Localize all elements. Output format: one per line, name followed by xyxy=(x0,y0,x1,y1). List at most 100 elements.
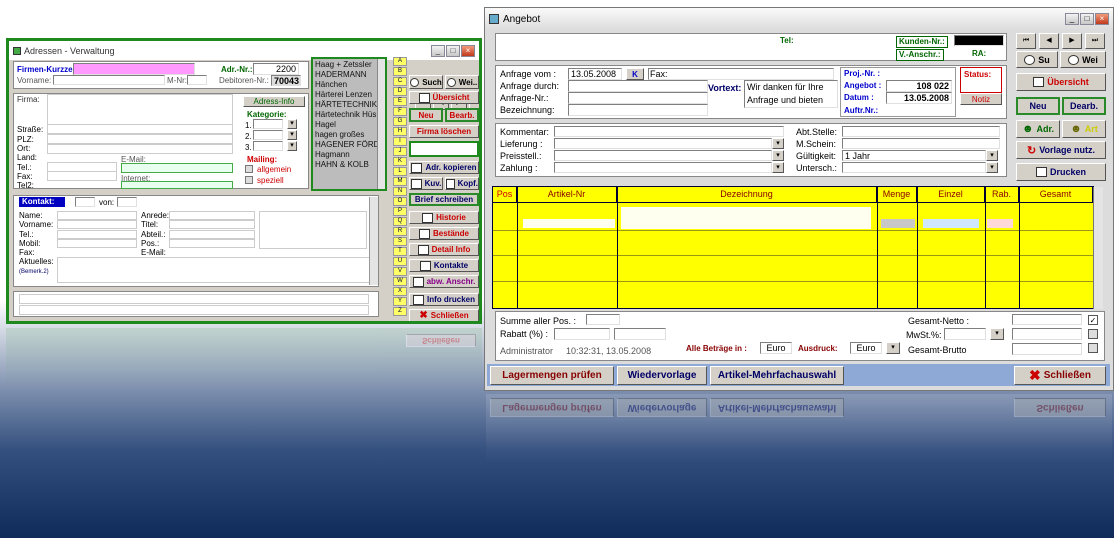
alphabet-letter-b[interactable]: B xyxy=(393,67,407,76)
allgemein-checkbox[interactable] xyxy=(245,165,253,173)
drucken-button[interactable]: Drucken xyxy=(1016,163,1106,181)
alphabet-letter-l[interactable]: L xyxy=(393,167,407,176)
untersch-dropdown[interactable]: ▾ xyxy=(986,162,998,173)
alphabet-letter-m[interactable]: M xyxy=(393,177,407,186)
zahlung-dropdown[interactable]: ▾ xyxy=(772,162,784,173)
gueltigkeit-dropdown[interactable]: ▾ xyxy=(986,150,998,161)
alphabet-letter-q[interactable]: Q xyxy=(393,217,407,226)
rabatt-input[interactable] xyxy=(554,328,610,340)
adr-note-field[interactable] xyxy=(409,141,479,157)
company-list-item[interactable]: HAHN & KOLB xyxy=(315,160,379,170)
wei-button[interactable]: Wei.. xyxy=(445,75,479,89)
gueltigkeit-input[interactable]: 1 Jahr xyxy=(842,150,986,161)
ang-neu-button[interactable]: Neu xyxy=(1016,97,1060,115)
abteil-input[interactable] xyxy=(169,230,255,239)
fax-input[interactable] xyxy=(648,68,834,80)
preisstell-dropdown[interactable]: ▾ xyxy=(772,150,784,161)
alphabet-letter-x[interactable]: X xyxy=(393,287,407,296)
lagermengen-button[interactable]: Lagermengen prüfen xyxy=(490,366,614,385)
gesamt-netto-input[interactable] xyxy=(1012,314,1082,325)
adr-bottom-field-1[interactable] xyxy=(19,294,369,304)
grid-scrollbar[interactable] xyxy=(1093,187,1103,309)
maximize-icon[interactable]: □ xyxy=(446,44,460,57)
preisstell-input[interactable] xyxy=(554,150,772,161)
alphabet-letter-t[interactable]: T xyxy=(393,247,407,256)
alphabet-letter-p[interactable]: P xyxy=(393,207,407,216)
alphabet-letter-c[interactable]: C xyxy=(393,77,407,86)
adr-schliessen-button[interactable]: ✖ Schließen xyxy=(409,309,479,321)
kunden-nr-field[interactable] xyxy=(954,35,1004,46)
ang-adr-button[interactable]: ☻ Adr. xyxy=(1016,120,1060,138)
grid-col-header-3[interactable]: Menge xyxy=(877,187,917,202)
adr-kopieren-button[interactable]: Adr. kopieren xyxy=(409,161,479,174)
such-button[interactable]: Such xyxy=(409,75,443,89)
name-input[interactable] xyxy=(57,211,137,220)
notiz-button[interactable]: Notiz xyxy=(960,93,1002,105)
abt-stelle-input[interactable] xyxy=(842,126,1000,137)
adr-nr-field[interactable]: 2200 xyxy=(253,63,299,75)
check-1[interactable]: ✓ xyxy=(1088,315,1098,325)
alphabet-letter-o[interactable]: O xyxy=(393,197,407,206)
grid-col-header-6[interactable]: Gesamt xyxy=(1019,187,1093,202)
mwst-dropdown[interactable]: ▾ xyxy=(990,328,1004,340)
wiedervorlage-button[interactable]: Wiedervorlage xyxy=(617,366,707,385)
alphabet-letter-k[interactable]: K xyxy=(393,157,407,166)
ang-nav-first-button[interactable]: ⏮ xyxy=(1016,33,1036,49)
summe-input[interactable] xyxy=(586,314,620,325)
minimize-icon[interactable]: _ xyxy=(1065,13,1079,25)
rabatt-value[interactable] xyxy=(614,328,666,340)
grid-col-header-4[interactable]: Einzel xyxy=(917,187,985,202)
detail-info-button[interactable]: Detail Info xyxy=(409,243,479,256)
grid-cell-menge[interactable] xyxy=(881,219,915,228)
su-button[interactable]: Su xyxy=(1016,51,1058,68)
adr-bottom-field-2[interactable] xyxy=(19,305,369,315)
mwst-value[interactable] xyxy=(1012,328,1082,340)
kalender-button[interactable]: K xyxy=(626,68,644,80)
anfrage-durch-input[interactable] xyxy=(568,80,708,92)
anfrage-nr-input[interactable] xyxy=(568,92,708,104)
titel-input[interactable] xyxy=(169,220,255,229)
vortext-input[interactable]: Wir danken für Ihre Anfrage und bieten xyxy=(744,80,838,108)
kuv-button[interactable]: Kuv. xyxy=(409,177,443,190)
alphabet-letter-z[interactable]: Z xyxy=(393,307,407,316)
alphabet-letter-n[interactable]: N xyxy=(393,187,407,196)
uebersicht-button[interactable]: Übersicht xyxy=(409,91,479,104)
ang-uebersicht-button[interactable]: Übersicht xyxy=(1016,73,1106,91)
aktuelles-input[interactable] xyxy=(57,257,373,283)
ausdruck-currency-input[interactable]: Euro xyxy=(850,342,882,354)
close-icon[interactable]: × xyxy=(1095,13,1109,25)
debitoren-field[interactable]: 70043 xyxy=(271,75,301,86)
check-2[interactable] xyxy=(1088,329,1098,339)
maximize-icon[interactable]: □ xyxy=(1080,13,1094,25)
company-list-item[interactable]: Hänchen xyxy=(315,80,379,90)
angebot-nr-field[interactable]: 108 022 xyxy=(886,80,952,92)
grid-cell-artikel[interactable] xyxy=(523,219,615,228)
angebot-titlebar[interactable]: Angebot _ □ × xyxy=(485,8,1113,30)
info-drucken-button[interactable]: Info drucken xyxy=(409,293,479,306)
untersch-input[interactable] xyxy=(842,162,986,173)
firmen-kurzzeil-input[interactable] xyxy=(73,63,195,75)
minimize-icon[interactable]: _ xyxy=(431,44,445,57)
gesamt-brutto-input[interactable] xyxy=(1012,343,1082,355)
pos-input[interactable] xyxy=(169,239,255,248)
bearb-button[interactable]: Bearb. xyxy=(445,108,479,122)
alphabet-letter-v[interactable]: V xyxy=(393,267,407,276)
artikel-mehrfachauswahl-button[interactable]: Artikel-Mehrfachauswahl xyxy=(710,366,844,385)
mobil-input[interactable] xyxy=(57,239,137,248)
grid-col-header-1[interactable]: Artikel-Nr xyxy=(517,187,617,202)
company-list-item[interactable]: Haag + Zetssler xyxy=(315,60,379,70)
kontakte-button[interactable]: Kontakte xyxy=(409,259,479,272)
alphabet-letter-y[interactable]: Y xyxy=(393,297,407,306)
grid-cell-einzel[interactable] xyxy=(923,219,979,228)
check-3[interactable] xyxy=(1088,343,1098,353)
fax-input[interactable] xyxy=(47,171,117,181)
firma-loeschen-button[interactable]: Firma löschen xyxy=(409,125,479,138)
contact-notes[interactable] xyxy=(259,211,367,249)
alphabet-letter-w[interactable]: W xyxy=(393,277,407,286)
grid-cell-rab[interactable] xyxy=(987,219,1013,228)
ang-art-button[interactable]: ☻ Art xyxy=(1062,120,1106,138)
tel3-input[interactable] xyxy=(57,230,137,239)
bezeichnung-input[interactable] xyxy=(568,104,708,116)
neu-button[interactable]: Neu xyxy=(409,108,443,122)
historie-button[interactable]: Historie xyxy=(409,211,479,224)
